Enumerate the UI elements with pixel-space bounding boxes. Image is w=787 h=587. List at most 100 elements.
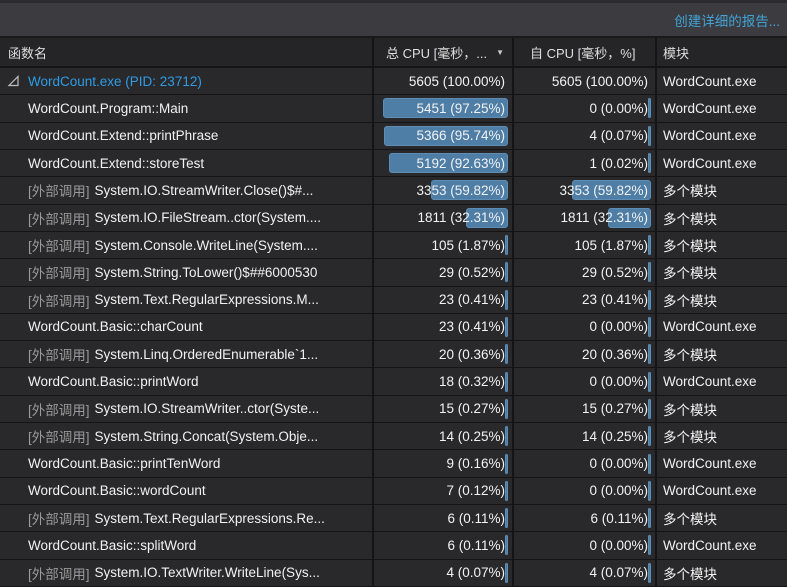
table-row[interactable]: [外部调用] System.Text.RegularExpressions.M..… (0, 286, 787, 314)
table-row[interactable]: [外部调用] System.IO.FileStream..ctor(System.… (0, 204, 787, 232)
total-cpu-value: 20 (0.36%) (438, 346, 505, 362)
module-name: WordCount.exe (663, 128, 757, 144)
self-cpu-value: 0 (0.00%) (589, 319, 648, 335)
cpu-usage-bar (505, 289, 508, 310)
module-cell: 多个模块 (657, 287, 787, 313)
function-name: WordCount.Basic::wordCount (28, 483, 206, 499)
self-cpu-value: 23 (0.41%) (581, 292, 648, 308)
column-header-module[interactable]: 模块 (657, 38, 787, 66)
module-name: 多个模块 (663, 348, 717, 364)
module-name: WordCount.exe (663, 155, 757, 171)
external-call-prefix: [外部调用] (28, 211, 90, 227)
total-cpu-value: 14 (0.25%) (438, 428, 505, 444)
cpu-usage-bar (648, 344, 651, 365)
function-name: System.IO.StreamWriter.Close()$#... (94, 182, 314, 198)
module-cell: WordCount.exe (657, 314, 787, 340)
total-cpu-cell: 23 (0.41%) (374, 313, 514, 341)
self-cpu-cell: 0 (0.00%) (514, 368, 657, 395)
external-call-prefix: [外部调用] (28, 348, 90, 364)
total-cpu-cell: 23 (0.41%) (374, 286, 514, 313)
table-row[interactable]: [外部调用] System.Linq.OrderedEnumerable`1...… (0, 341, 787, 369)
total-cpu-cell: 15 (0.27%) (374, 395, 514, 423)
expanded-node-triangle-icon[interactable] (7, 75, 20, 88)
self-cpu-value: 4 (0.07%) (589, 128, 648, 144)
external-call-prefix: [外部调用] (28, 266, 90, 282)
function-name: WordCount.Basic::charCount (28, 319, 203, 335)
function-cell: WordCount.Extend::storeTest (0, 149, 374, 177)
module-cell: WordCount.exe (657, 150, 787, 176)
column-header-self-cpu[interactable]: 自 CPU [毫秒，%] (514, 38, 657, 66)
table-row[interactable]: WordCount.Basic::printTenWord 9 (0.16%) 0 … (0, 450, 787, 478)
function-cell: WordCount.Extend::printPhrase (0, 122, 374, 149)
module-cell: 多个模块 (657, 259, 787, 285)
cpu-usage-bar (648, 535, 651, 556)
self-cpu-cell: 0 (0.00%) (514, 95, 657, 122)
cpu-usage-profiler-view: 创建详细的报告... 函数名 总 CPU [毫秒，... ▼ 自 CPU [毫秒… (0, 0, 787, 587)
module-cell: 多个模块 (657, 341, 787, 367)
self-cpu-value: 0 (0.00%) (589, 456, 648, 472)
table-row[interactable]: [外部调用] System.IO.StreamWriter.Close()$#..… (0, 177, 787, 205)
function-name: System.IO.FileStream..ctor(System.... (94, 210, 322, 226)
table-row[interactable]: WordCount.Extend::storeTest 5192 (92.63%)… (0, 149, 787, 178)
external-call-prefix: [外部调用] (28, 566, 90, 582)
function-cell: WordCount.Basic::charCount (0, 313, 374, 341)
module-cell: WordCount.exe (657, 450, 787, 476)
self-cpu-value: 105 (1.87%) (574, 237, 648, 253)
table-row[interactable]: WordCount.Basic::charCount 23 (0.41%) 0 (0… (0, 313, 787, 342)
table-row[interactable]: WordCount.Basic::wordCount 7 (0.12%) 0 (0.… (0, 477, 787, 505)
module-name: WordCount.exe (663, 374, 757, 390)
function-name: WordCount.Program::Main (28, 100, 189, 116)
module-name: 多个模块 (663, 266, 717, 282)
self-cpu-value: 0 (0.00%) (589, 374, 648, 390)
table-row[interactable]: [外部调用] System.String.ToLower()$##6000530 2… (0, 259, 787, 287)
self-cpu-value: 6 (0.11%) (590, 510, 648, 526)
module-name: WordCount.exe (663, 73, 757, 89)
self-cpu-value: 20 (0.36%) (581, 346, 648, 362)
external-call-prefix: [外部调用] (28, 239, 90, 255)
self-cpu-cell: 14 (0.25%) (514, 423, 657, 450)
table-row[interactable]: WordCount.Basic::splitWord 6 (0.11%) 0 (0.… (0, 532, 787, 560)
total-cpu-value: 5451 (97.25%) (416, 100, 505, 116)
table-row[interactable]: [外部调用] System.IO.TextWriter.WriteLine(Sys… (0, 559, 787, 587)
table-row[interactable]: [外部调用] System.IO.StreamWriter..ctor(Syste… (0, 395, 787, 424)
self-cpu-value: 0 (0.00%) (589, 483, 648, 499)
table-row[interactable]: [外部调用] System.String.Concat(System.Obje..… (0, 423, 787, 451)
function-cell: [外部调用] System.Console.WriteLine(System...… (0, 231, 374, 259)
create-detailed-report-link[interactable]: 创建详细的报告... (674, 10, 780, 30)
total-cpu-value: 5192 (92.63%) (416, 155, 505, 171)
function-name: System.Text.RegularExpressions.M... (94, 292, 319, 308)
module-name: 多个模块 (663, 211, 717, 227)
function-name: System.String.ToLower()$##6000530 (94, 264, 318, 280)
self-cpu-cell: 4 (0.07%) (514, 122, 657, 149)
self-cpu-cell: 15 (0.27%) (514, 395, 657, 423)
total-cpu-cell: 29 (0.52%) (374, 259, 514, 286)
self-cpu-cell: 1 (0.02%) (514, 149, 657, 177)
module-cell: 多个模块 (657, 396, 787, 422)
table-row[interactable]: [外部调用] System.Console.WriteLine(System...… (0, 231, 787, 260)
module-name: 多个模块 (663, 566, 717, 582)
module-name: WordCount.exe (663, 537, 757, 553)
column-header-label: 模块 (663, 45, 690, 61)
external-call-prefix: [外部调用] (28, 184, 90, 200)
total-cpu-cell: 5605 (100.00%) (374, 68, 514, 95)
table-row[interactable]: [外部调用] System.Text.RegularExpressions.Re.… (0, 505, 787, 533)
self-cpu-value: 1 (0.02%) (589, 155, 648, 171)
function-cell: WordCount.Basic::printWord (0, 368, 374, 395)
total-cpu-value: 4 (0.07%) (446, 565, 505, 581)
function-name: System.Text.RegularExpressions.Re... (94, 510, 325, 526)
self-cpu-cell: 23 (0.41%) (514, 286, 657, 313)
self-cpu-cell: 20 (0.36%) (514, 341, 657, 368)
function-name: WordCount.Basic::splitWord (28, 537, 197, 553)
column-header-total-cpu[interactable]: 总 CPU [毫秒，... ▼ (374, 38, 514, 66)
self-cpu-value: 1811 (32.31%) (560, 210, 648, 226)
column-header-function-name[interactable]: 函数名 (0, 38, 374, 66)
table-row[interactable]: WordCount.Basic::printWord 18 (0.32%) 0 (0… (0, 368, 787, 396)
table-row[interactable]: WordCount.exe (PID: 23712) 5605 (100.00%)… (0, 68, 787, 96)
total-cpu-cell: 6 (0.11%) (374, 505, 514, 532)
function-cell: [外部调用] System.Text.RegularExpressions.M..… (0, 286, 374, 313)
total-cpu-cell: 14 (0.25%) (374, 423, 514, 450)
table-row[interactable]: WordCount.Extend::printPhrase 5366 (95.74… (0, 122, 787, 150)
table-row[interactable]: WordCount.Program::Main 5451 (97.25%) 0 (0… (0, 95, 787, 123)
self-cpu-cell: 0 (0.00%) (514, 450, 657, 477)
total-cpu-value: 23 (0.41%) (438, 319, 505, 335)
